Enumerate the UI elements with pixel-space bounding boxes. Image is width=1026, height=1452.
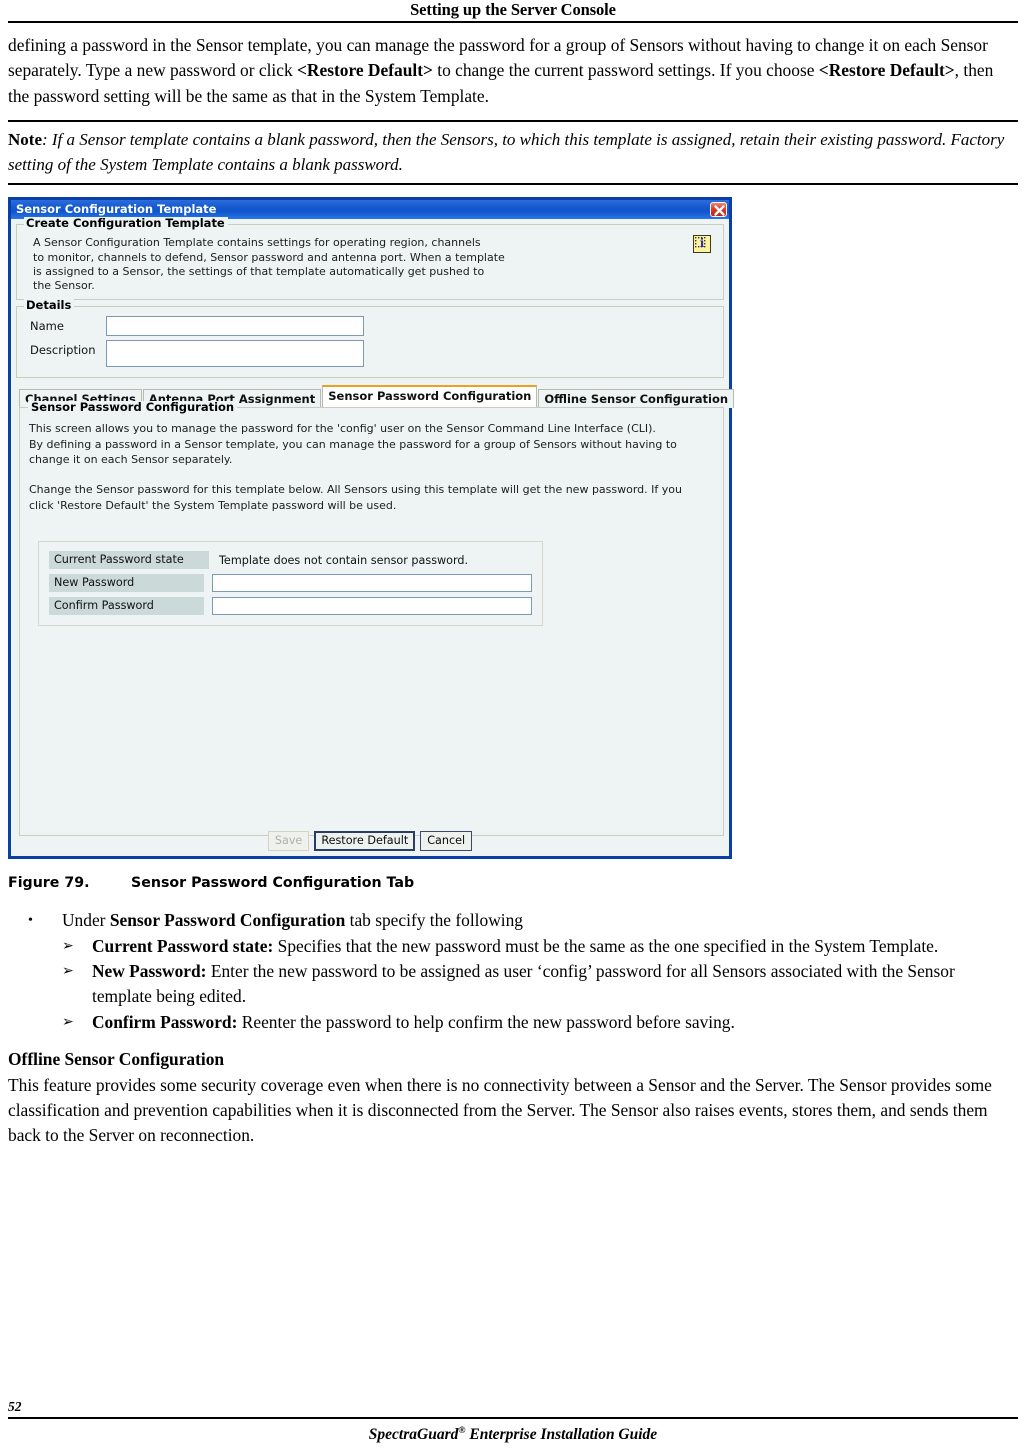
details-group-title: Details — [24, 299, 75, 313]
sub-bullet-new-password: ➢ New Password: Enter the new password t… — [62, 959, 1018, 1010]
new-password-input[interactable] — [212, 574, 532, 592]
save-button[interactable]: Save — [267, 831, 310, 852]
intro-paragraph: defining a password in the Sensor templa… — [8, 35, 994, 106]
bullet-lead-bold: Sensor Password Configuration — [109, 910, 346, 931]
offline-sensor-configuration-paragraph: This feature provides some security cove… — [8, 1074, 992, 1146]
new-password-label: New Password — [49, 574, 205, 592]
bullet-lead-text: Under Sensor Password Configuration tab … — [62, 910, 523, 931]
confirm-password-input[interactable] — [212, 597, 532, 615]
current-password-state-value: Template does not contain sensor passwor… — [219, 553, 469, 567]
panel-title: Sensor Password Configuration — [28, 401, 238, 415]
sub-bullet-term: Current Password state: — [92, 935, 274, 956]
sub-bullet-term: Confirm Password: — [92, 1011, 238, 1032]
new-password-row: New Password — [49, 574, 532, 592]
panel-description: This screen allows you to manage the pas… — [29, 422, 682, 512]
dialog-button-bar: Save Restore Default Cancel — [11, 831, 729, 852]
create-configuration-template-description: A Sensor Configuration Template contains… — [33, 236, 505, 293]
sub-bullet-term: New Password: — [92, 961, 207, 982]
create-configuration-template-title: Create Configuration Template — [24, 217, 228, 231]
sub-bullet-text: Specifies that the new password must be … — [273, 935, 939, 956]
sensor-configuration-template-dialog: Sensor Configuration Template Create Con… — [8, 197, 735, 860]
cancel-button[interactable]: Cancel — [420, 831, 473, 852]
running-head: Setting up the Server Console — [410, 0, 616, 19]
bullet-icon: • — [28, 913, 33, 929]
description-input[interactable] — [106, 340, 364, 368]
registered-mark: ® — [458, 1424, 466, 1436]
name-input[interactable] — [106, 316, 364, 337]
sub-bullet-text: Enter the new password to be assigned as… — [92, 961, 955, 1007]
sub-bullet-current-password-state: ➢ Current Password state: Specifies that… — [62, 934, 1018, 959]
close-icon[interactable] — [710, 202, 727, 218]
sub-bullet-confirm-password: ➢ Confirm Password: Reenter the password… — [62, 1010, 1018, 1035]
sub-bullet-arrow-icon: ➢ — [62, 963, 74, 980]
bullet-lead: • Under Sensor Password Configuration ta… — [28, 908, 1018, 933]
note-paragraph: Note: If a Sensor template contains a bl… — [8, 127, 1018, 177]
page-footer: 52 SpectraGuard® Enterprise Installation… — [8, 1399, 1018, 1444]
current-password-state-row: Current Password state Template does not… — [49, 551, 532, 569]
figure-dialog: Sensor Configuration Template Create Con… — [8, 197, 1018, 860]
sub-bullet-arrow-icon: ➢ — [62, 1013, 74, 1030]
figure-caption: Figure 79. Sensor Password Configuration… — [8, 875, 1018, 891]
info-icon: i — [693, 235, 711, 254]
restore-default-button[interactable]: Restore Default — [314, 831, 416, 852]
sensor-password-configuration-panel: Sensor Password Configuration This scree… — [19, 401, 724, 837]
tab-sensor-password-configuration[interactable]: Sensor Password Configuration — [322, 385, 538, 408]
description-row: Description — [30, 340, 715, 368]
sub-bullet-text: Reenter the password to help confirm the… — [237, 1011, 735, 1032]
footer-guide-title: SpectraGuard® Enterprise Installation Gu… — [368, 1424, 658, 1443]
offline-sensor-configuration-heading: Offline Sensor Configuration — [8, 1049, 225, 1070]
tab-offline-sensor-configuration[interactable]: Offline Sensor Configuration — [538, 389, 735, 409]
confirm-password-label: Confirm Password — [49, 597, 205, 615]
dialog-body: Create Configuration Template A Sensor C… — [11, 217, 735, 857]
note-block: Note: If a Sensor template contains a bl… — [8, 120, 1018, 186]
page-number: 52 — [8, 1398, 22, 1414]
note-lead: Note — [8, 130, 42, 150]
password-fields-panel: Current Password state Template does not… — [38, 541, 543, 626]
figure-number: Figure 79. — [8, 875, 90, 892]
name-label: Name — [30, 319, 64, 334]
figure-caption-text: Sensor Password Configuration Tab — [131, 875, 415, 892]
sub-bullet-arrow-icon: ➢ — [62, 937, 74, 954]
bullet-list: • Under Sensor Password Configuration ta… — [8, 908, 1018, 1035]
name-row: Name — [30, 316, 715, 337]
details-group: Details Name Description — [16, 299, 724, 379]
confirm-password-row: Confirm Password — [49, 597, 532, 615]
description-label: Description — [30, 343, 96, 358]
create-configuration-template-group: Create Configuration Template A Sensor C… — [16, 217, 724, 301]
document-page: Setting up the Server Console defining a… — [0, 0, 1026, 1452]
current-password-state-label: Current Password state — [49, 551, 209, 569]
info-icon-letter: i — [699, 236, 705, 251]
note-text: : If a Sensor template contains a blank … — [8, 130, 1005, 175]
